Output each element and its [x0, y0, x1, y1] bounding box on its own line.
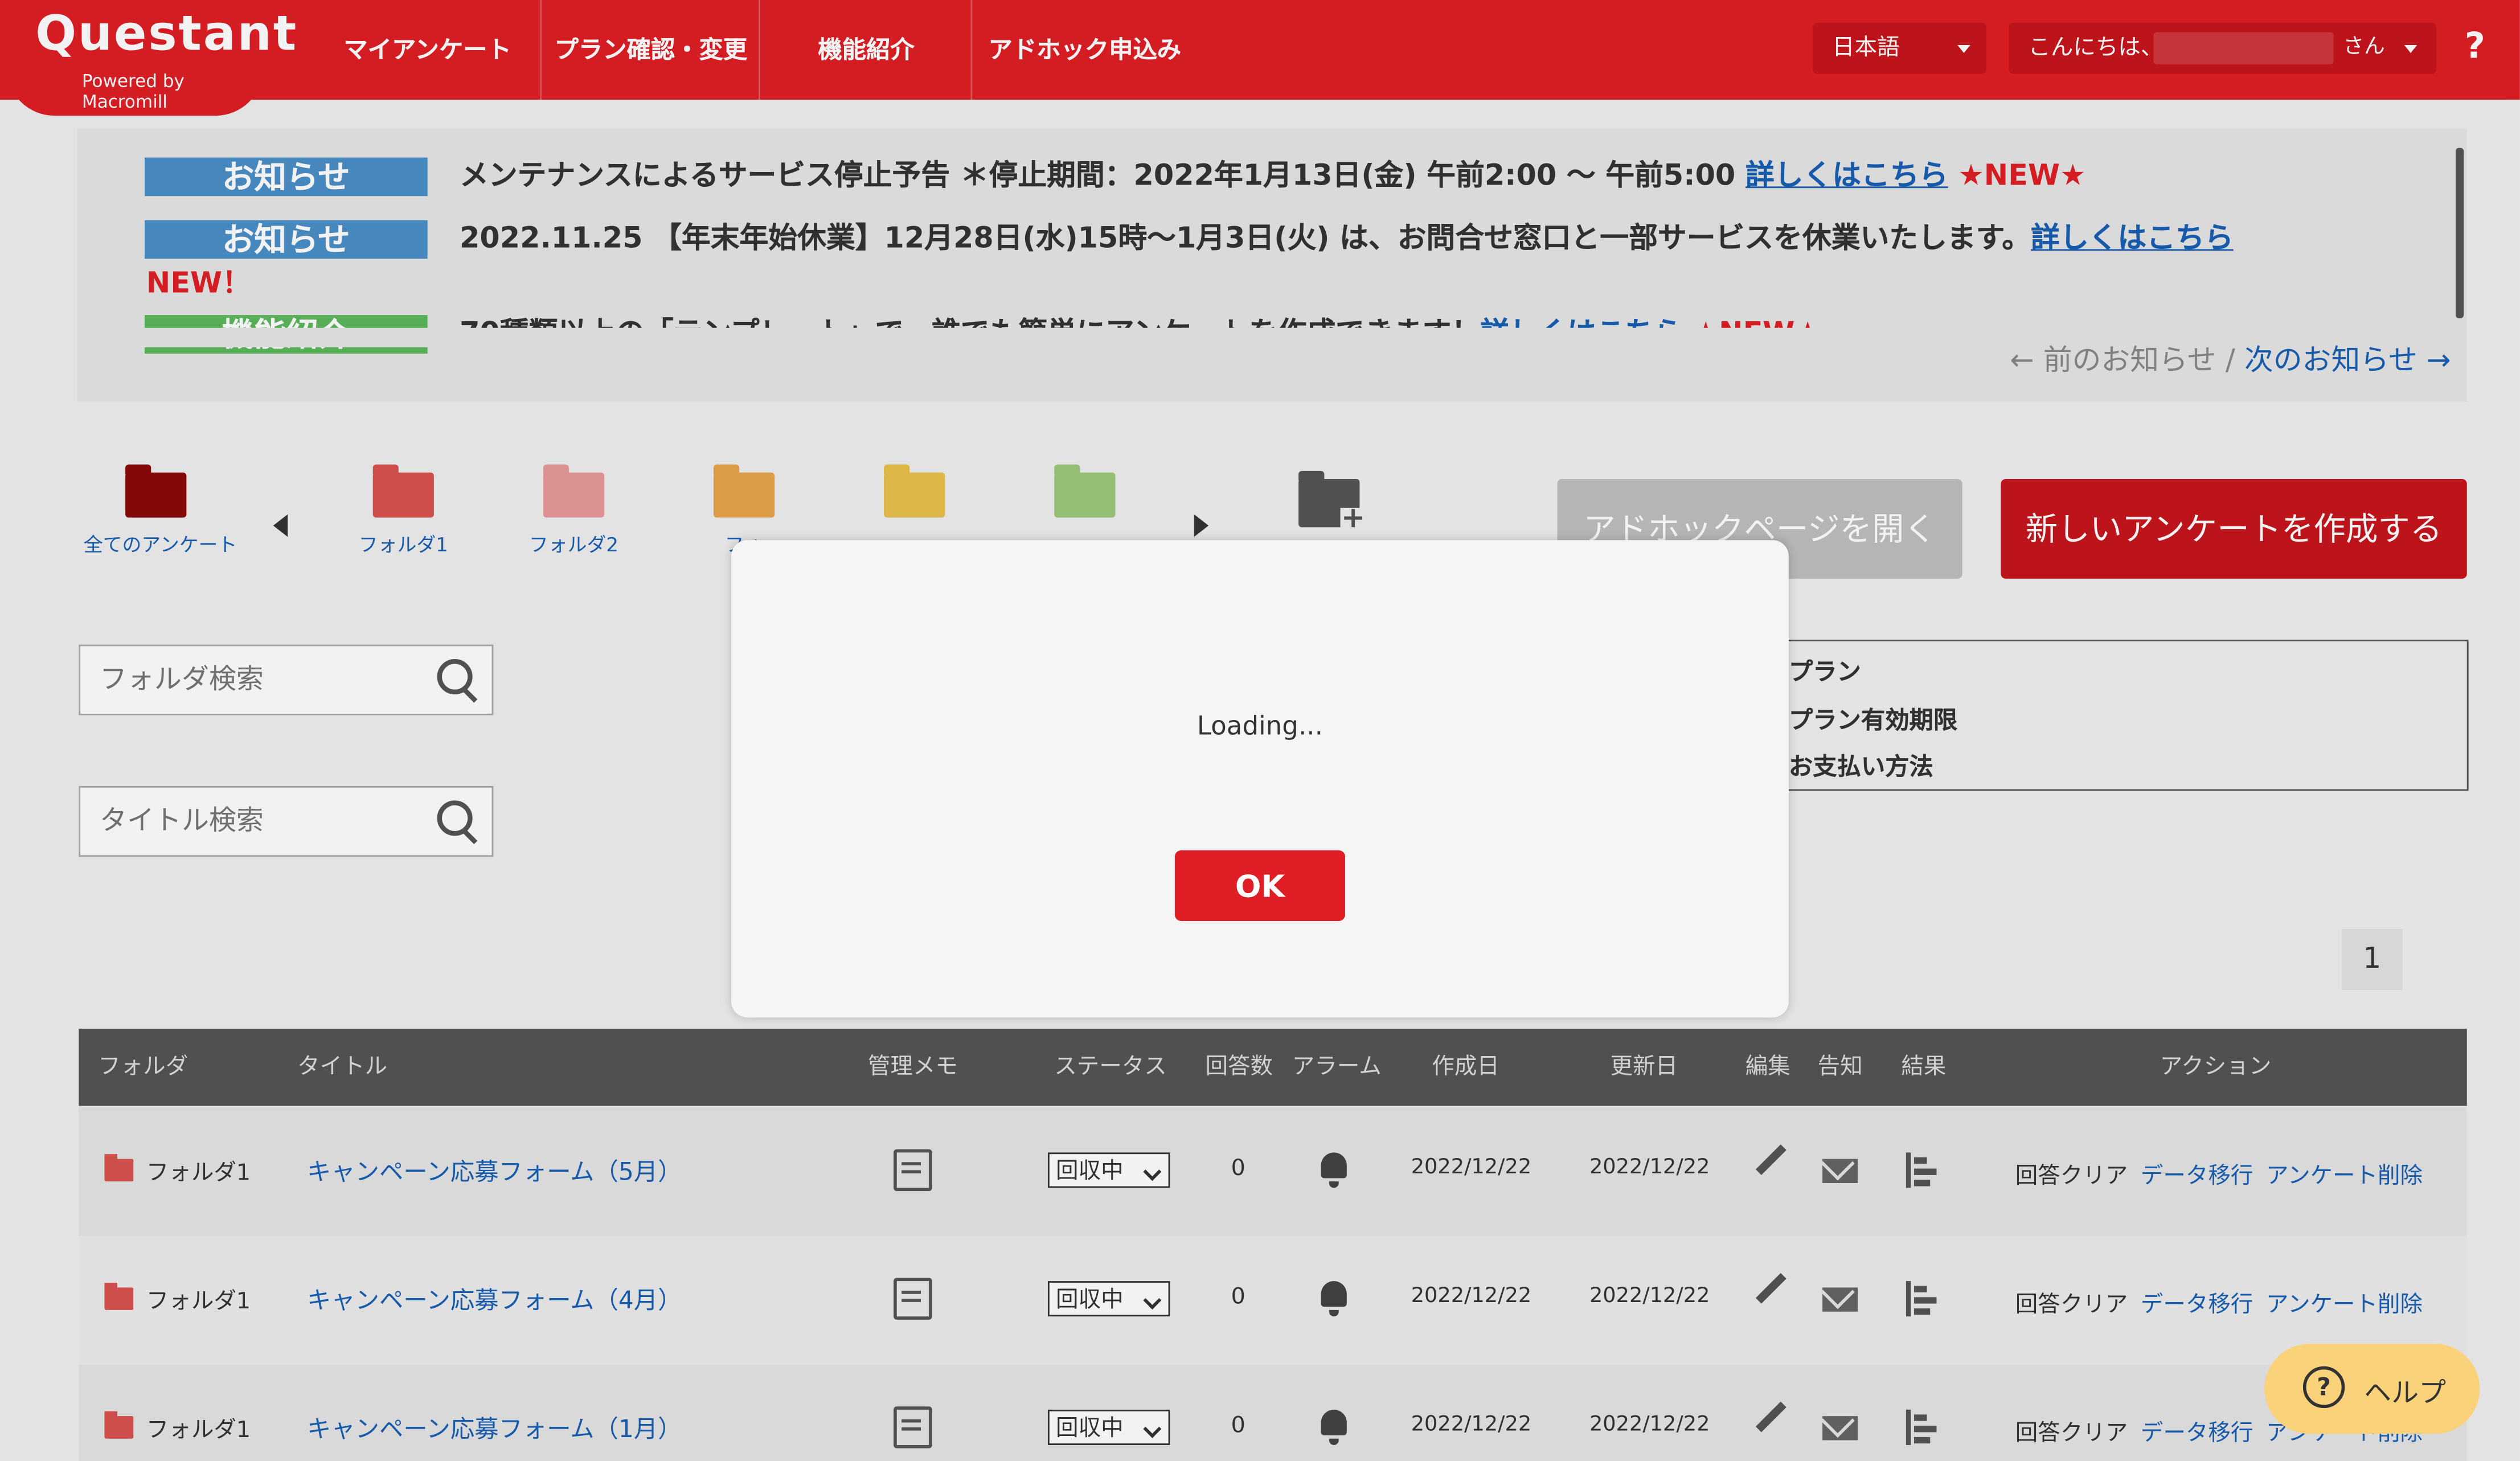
- ok-button[interactable]: OK: [1174, 850, 1346, 922]
- help-circle-icon: ?: [2302, 1366, 2345, 1409]
- loading-dialog: Loading... OK: [731, 540, 1789, 1018]
- help-label: ヘルプ: [2364, 1377, 2447, 1410]
- help-button[interactable]: ? ヘルプ: [2264, 1344, 2480, 1434]
- dialog-message: Loading...: [1197, 710, 1323, 741]
- app-window: Questant Powered by Macromill マイアンケート プラ…: [0, 0, 2520, 1461]
